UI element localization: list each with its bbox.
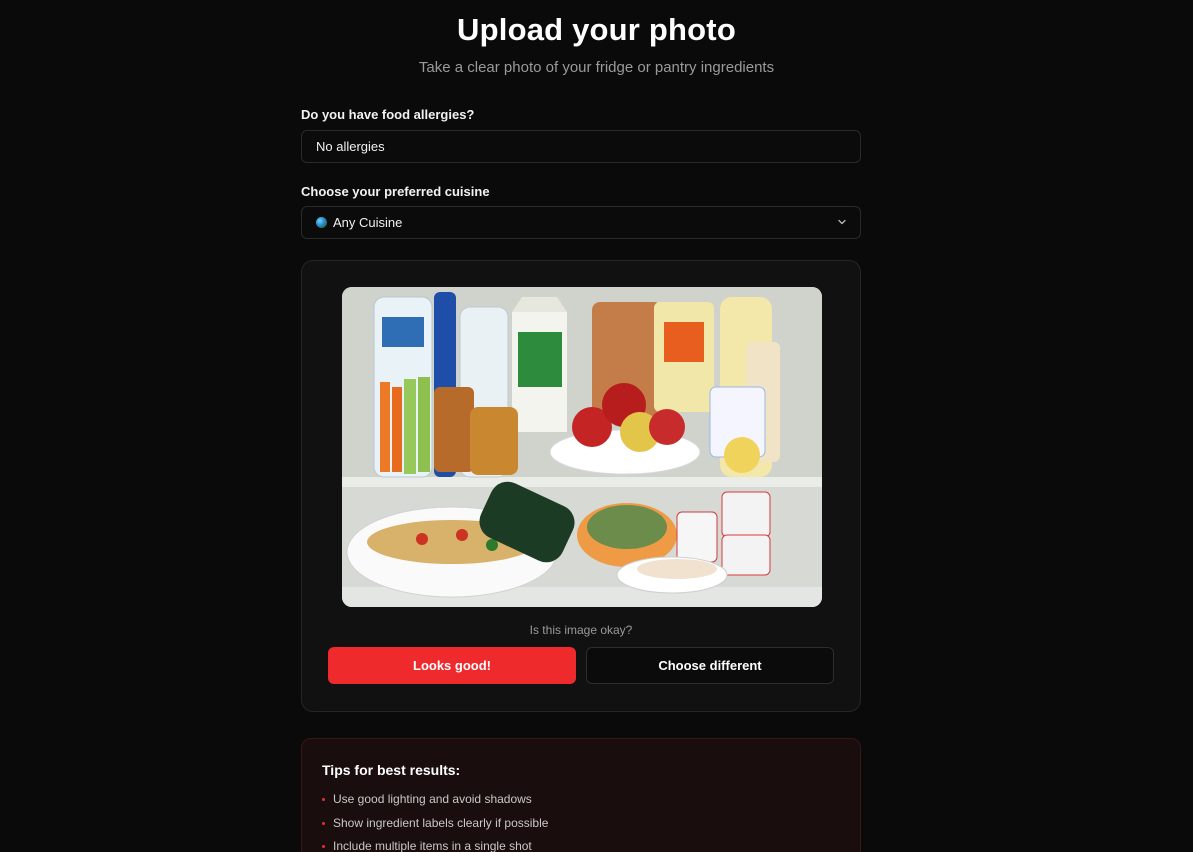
- fridge-photo: [342, 287, 822, 607]
- tip-text: Show ingredient labels clearly if possib…: [333, 816, 549, 830]
- image-preview-card: Is this image okay? Looks good! Choose d…: [301, 260, 861, 712]
- bullet-icon: [322, 797, 325, 801]
- allergies-section: Do you have food allergies? No allergies: [301, 107, 861, 163]
- bullet-icon: [322, 844, 325, 848]
- confirm-question: Is this image okay?: [529, 623, 633, 637]
- tip-item: Show ingredient labels clearly if possib…: [322, 816, 548, 830]
- allergies-input[interactable]: No allergies: [301, 130, 861, 163]
- allergies-value: No allergies: [316, 139, 385, 154]
- bullet-icon: [322, 821, 325, 825]
- tip-item: Use good lighting and avoid shadows: [322, 792, 532, 806]
- page-title: Upload your photo: [457, 12, 736, 47]
- fridge-photo-illustration: [342, 287, 822, 607]
- tip-item: Include multiple items in a single shot: [322, 839, 532, 852]
- upload-page: Upload your photo Take a clear photo of …: [0, 0, 1193, 852]
- tips-title: Tips for best results:: [322, 762, 461, 778]
- cuisine-section: Choose your preferred cuisine Any Cuisin…: [301, 184, 861, 239]
- allergies-label: Do you have food allergies?: [301, 107, 475, 122]
- tip-text: Use good lighting and avoid shadows: [333, 792, 532, 806]
- cuisine-label: Choose your preferred cuisine: [301, 184, 490, 199]
- tip-text: Include multiple items in a single shot: [333, 839, 532, 852]
- globe-icon: [316, 217, 327, 228]
- cuisine-selected: Any Cuisine: [333, 215, 403, 230]
- chevron-down-icon: [838, 219, 846, 225]
- looks-good-button[interactable]: Looks good!: [328, 647, 576, 684]
- cuisine-select[interactable]: Any Cuisine: [301, 206, 861, 239]
- tips-panel: Tips for best results: Use good lighting…: [301, 738, 861, 852]
- choose-different-button[interactable]: Choose different: [586, 647, 834, 684]
- page-subtitle: Take a clear photo of your fridge or pan…: [418, 59, 775, 76]
